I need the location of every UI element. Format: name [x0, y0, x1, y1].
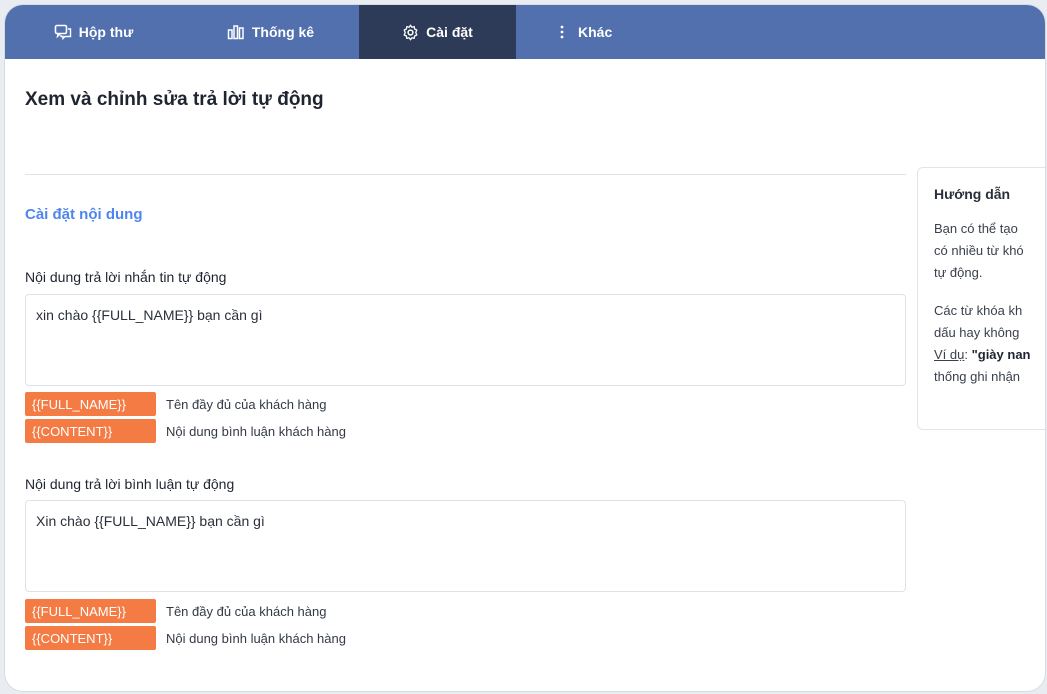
guide-panel: Hướng dẫn Bạn có thể tạo có nhiều từ khó… — [917, 167, 1045, 430]
guide-text-line: có nhiều từ khó — [934, 243, 1024, 258]
tag-row: {{FULL_NAME}} Tên đầy đủ của khách hàng — [25, 392, 326, 416]
tab-more[interactable]: Khác — [516, 5, 636, 59]
guide-example-line: Ví dụ: "giày nan — [934, 344, 1045, 366]
example-text: "giày nan — [971, 347, 1031, 362]
full-name-tag-button[interactable]: {{FULL_NAME}} — [25, 392, 156, 416]
guide-spacer — [934, 284, 1045, 300]
tag-row: {{CONTENT}} Nội dung bình luận khách hàn… — [25, 419, 346, 443]
tag-description: Nội dung bình luận khách hàng — [166, 423, 346, 439]
app-window: Hộp thư Thống kê Cài đặt Khác Xem và chỉ… — [5, 5, 1045, 691]
guide-text-line: Các từ khóa kh — [934, 303, 1023, 318]
example-label: Ví dụ — [934, 347, 965, 362]
more-vertical-icon — [560, 25, 564, 39]
tab-more-label: Khác — [578, 24, 613, 40]
tag-description: Tên đầy đủ của khách hàng — [166, 396, 327, 412]
content-tag-button[interactable]: {{CONTENT}} — [25, 419, 156, 443]
page-title: Xem và chỉnh sửa trả lời tự động — [25, 89, 324, 110]
guide-text-line: thống ghi nhận — [934, 369, 1021, 384]
tab-settings-label: Cài đặt — [426, 24, 473, 40]
full-name-tag-button[interactable]: {{FULL_NAME}} — [25, 599, 156, 623]
message-reply-label: Nội dung trả lời nhắn tin tự động — [25, 269, 227, 285]
tag-row: {{FULL_NAME}} Tên đầy đủ của khách hàng — [25, 599, 326, 623]
guide-text-line: dấu hay không — [934, 325, 1020, 340]
tag-row: {{CONTENT}} Nội dung bình luận khách hàn… — [25, 626, 346, 650]
divider — [25, 174, 906, 175]
comment-reply-input[interactable]: Xin chào {{FULL_NAME}} bạn cần gì — [25, 500, 906, 592]
content-tag-button[interactable]: {{CONTENT}} — [25, 626, 156, 650]
chat-icon — [54, 24, 72, 40]
guide-text-line: Bạn có thể tạo — [934, 221, 1018, 236]
message-reply-input[interactable]: xin chào {{FULL_NAME}} bạn cần gì — [25, 294, 906, 386]
gear-icon — [402, 24, 419, 41]
tab-statistics-label: Thống kê — [251, 24, 315, 40]
tab-settings[interactable]: Cài đặt — [359, 5, 516, 59]
top-navigation: Hộp thư Thống kê Cài đặt Khác — [5, 5, 1045, 59]
comment-reply-label: Nội dung trả lời bình luận tự động — [25, 476, 235, 492]
bar-chart-icon — [227, 24, 245, 40]
example-colon: : — [964, 347, 972, 362]
tag-description: Nội dung bình luận khách hàng — [166, 630, 346, 646]
guide-title: Hướng dẫn — [934, 186, 1011, 202]
section-title: Cài đặt nội dung — [25, 206, 143, 223]
tab-inbox-label: Hộp thư — [78, 24, 134, 40]
guide-text-line: tự động. — [934, 265, 983, 280]
tag-description: Tên đầy đủ của khách hàng — [166, 603, 327, 619]
tab-statistics[interactable]: Thống kê — [182, 5, 359, 59]
tab-inbox[interactable]: Hộp thư — [5, 5, 182, 59]
